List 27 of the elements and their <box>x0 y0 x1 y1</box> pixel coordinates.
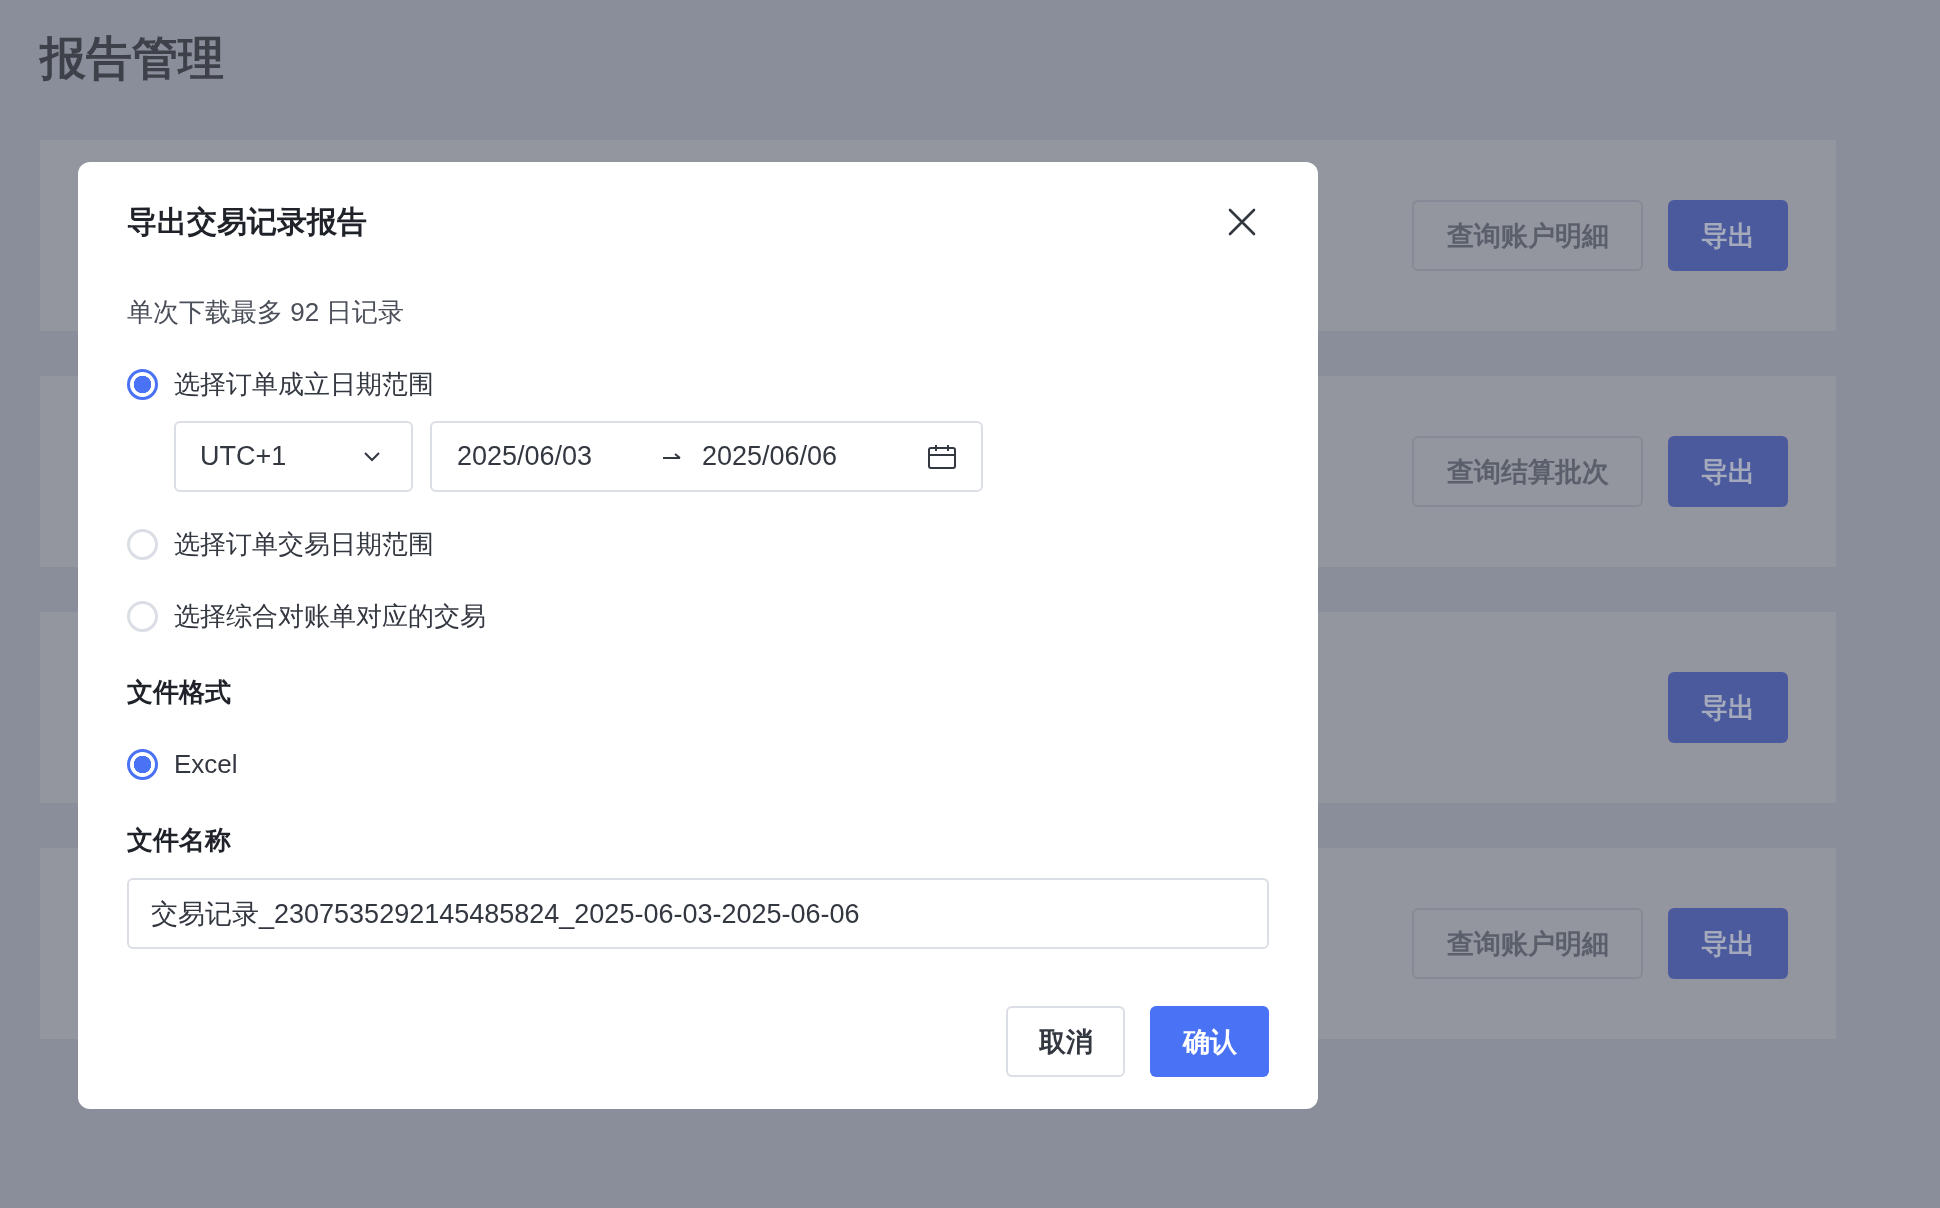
radio-button[interactable] <box>127 368 158 400</box>
export-button[interactable]: 导出 <box>1668 908 1788 979</box>
arrow-icon <box>662 451 682 462</box>
page-title: 报告管理 <box>40 31 225 86</box>
option-label: Excel <box>174 748 238 780</box>
option-label: 选择订单成立日期范围 <box>174 367 434 401</box>
option-label: 选择订单交易日期范围 <box>174 527 434 561</box>
export-button[interactable]: 导出 <box>1668 200 1788 271</box>
cancel-button[interactable]: 取消 <box>1006 1006 1125 1077</box>
date-range-field[interactable]: 2025/06/03 2025/06/06 <box>430 421 983 492</box>
close-icon[interactable] <box>1227 207 1257 237</box>
export-button[interactable]: 导出 <box>1668 436 1788 507</box>
chevron-down-icon <box>363 450 381 463</box>
section-label: 文件格式 <box>127 676 232 709</box>
download-limit-note: 单次下载最多 92 日记录 <box>127 296 406 329</box>
query-button[interactable]: 查询账户明細 <box>1412 908 1643 979</box>
file-name-field[interactable]: 交易记录_2307535292145485824_2025-06-03-2025-06-06 <box>127 878 1269 949</box>
export-button[interactable]: 导出 <box>1668 672 1788 743</box>
calendar-icon <box>927 443 957 470</box>
timezone-select[interactable]: UTC+1 <box>174 421 413 492</box>
dialog-title: 导出交易记录报告 <box>127 203 367 240</box>
confirm-button[interactable]: 确认 <box>1150 1006 1269 1077</box>
query-button[interactable]: 查询账户明細 <box>1412 200 1643 271</box>
option-label: 选择综合对账单对应的交易 <box>174 599 486 633</box>
radio-button[interactable] <box>127 748 158 780</box>
query-button[interactable]: 查询结算批次 <box>1412 436 1643 507</box>
section-label: 文件名称 <box>127 824 232 857</box>
